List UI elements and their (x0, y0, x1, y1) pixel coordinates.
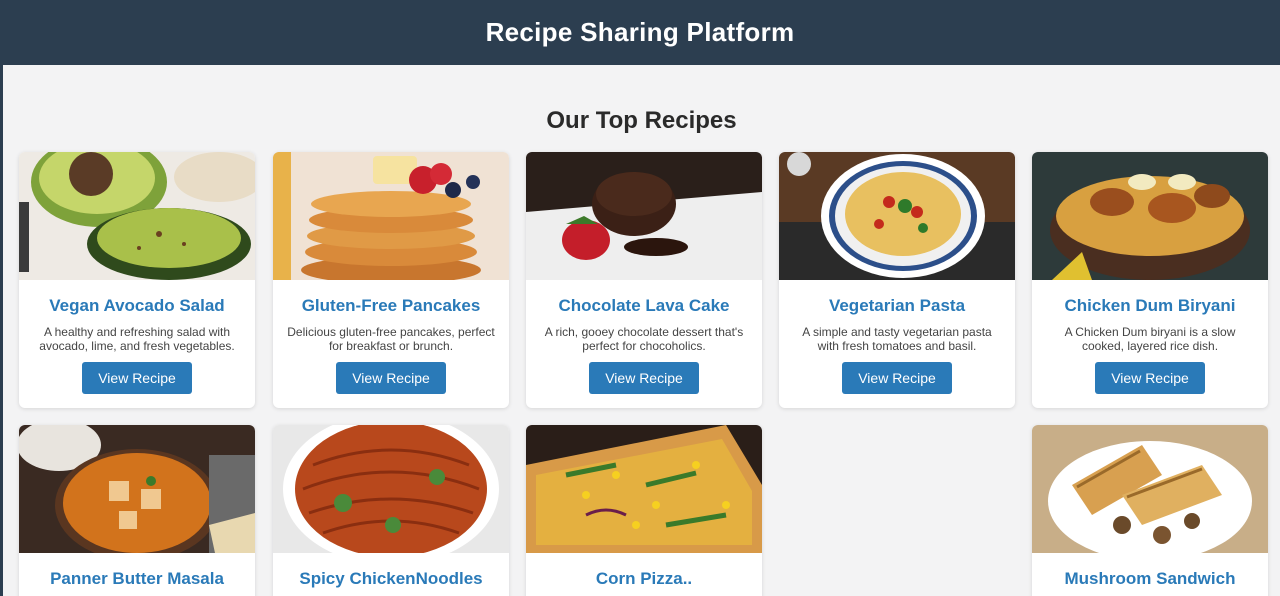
recipe-card: Chocolate Lava Cake A rich, gooey chocol… (526, 152, 762, 408)
recipe-title[interactable]: Vegetarian Pasta (779, 296, 1015, 316)
recipe-card: Mushroom Sandwich (1032, 425, 1268, 596)
recipe-description: A rich, gooey chocolate dessert that's p… (544, 325, 744, 353)
site-header: Recipe Sharing Platform (0, 0, 1280, 65)
recipe-description: A healthy and refreshing salad with avoc… (39, 325, 235, 353)
recipe-image (273, 425, 509, 553)
recipe-title[interactable]: Corn Pizza.. (526, 569, 762, 589)
recipe-image (779, 152, 1015, 280)
recipe-card: Spicy ChickenNoodles (273, 425, 509, 596)
recipe-card: Vegetarian Pasta A simple and tasty vege… (779, 152, 1015, 408)
section-title: Our Top Recipes (546, 107, 737, 134)
recipe-image (1032, 152, 1268, 280)
recipe-image (526, 425, 762, 553)
recipe-title[interactable]: Gluten-Free Pancakes (273, 296, 509, 316)
recipe-title[interactable]: Spicy ChickenNoodles (273, 569, 509, 589)
recipe-title[interactable]: Vegan Avocado Salad (19, 296, 255, 316)
recipe-image (273, 152, 509, 280)
recipe-card: Gluten-Free Pancakes Delicious gluten-fr… (273, 152, 509, 408)
recipe-title[interactable]: Chicken Dum Biryani (1032, 296, 1268, 316)
recipe-image (526, 152, 762, 280)
recipe-card: Vegan Avocado Salad A healthy and refres… (19, 152, 255, 408)
view-recipe-button[interactable]: View Recipe (82, 362, 192, 394)
recipe-card: Chicken Dum Biryani A Chicken Dum biryan… (1032, 152, 1268, 408)
recipe-card: Corn Pizza.. (526, 425, 762, 596)
recipe-image (19, 152, 255, 280)
recipe-title[interactable]: Panner Butter Masala (19, 569, 255, 589)
recipe-description: A Chicken Dum biryani is a slow cooked, … (1064, 325, 1236, 353)
recipe-image (19, 425, 255, 553)
view-recipe-button[interactable]: View Recipe (1095, 362, 1205, 394)
view-recipe-button[interactable]: View Recipe (589, 362, 699, 394)
recipe-description: A simple and tasty vegetarian pasta with… (802, 325, 992, 353)
recipe-title[interactable]: Chocolate Lava Cake (526, 296, 762, 316)
site-title: Recipe Sharing Platform (485, 17, 795, 47)
recipe-title[interactable]: Mushroom Sandwich (1032, 569, 1268, 589)
view-recipe-button[interactable]: View Recipe (842, 362, 952, 394)
recipe-description: Delicious gluten-free pancakes, perfect … (287, 325, 495, 353)
recipe-card: Panner Butter Masala (19, 425, 255, 596)
view-recipe-button[interactable]: View Recipe (336, 362, 446, 394)
recipe-image (1032, 425, 1268, 553)
